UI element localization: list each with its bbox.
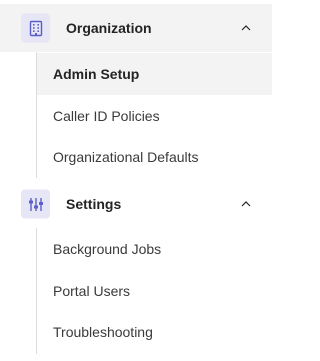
nav-item-portal-users[interactable]: Portal Users [37, 270, 272, 312]
nav-item-label: Portal Users [53, 283, 131, 299]
nav-item-label: Admin Setup [53, 66, 140, 82]
section-settings-label: Settings [66, 196, 122, 212]
nav-item-label: Caller ID Policies [53, 108, 160, 124]
section-organization-label: Organization [66, 20, 152, 36]
sliders-icon [21, 189, 50, 219]
chevron-up-icon[interactable] [241, 23, 251, 33]
sidebar-navigation: Organization Admin Setup Caller ID Polic… [0, 0, 278, 361]
section-settings[interactable]: Settings [0, 180, 272, 228]
building-icon [21, 13, 50, 43]
chevron-up-icon[interactable] [241, 199, 251, 209]
nav-item-label: Organizational Defaults [53, 149, 199, 165]
nav-item-label: Troubleshooting [53, 324, 153, 340]
nav-item-background-jobs[interactable]: Background Jobs [37, 228, 272, 270]
nav-item-admin-setup[interactable]: Admin Setup [37, 53, 272, 95]
nav-item-troubleshooting[interactable]: Troubleshooting [37, 311, 272, 353]
nav-item-organizational-defaults[interactable]: Organizational Defaults [37, 136, 272, 178]
section-organization[interactable]: Organization [0, 4, 272, 52]
nav-item-label: Background Jobs [53, 241, 162, 257]
nav-item-caller-id-policies[interactable]: Caller ID Policies [37, 95, 272, 137]
